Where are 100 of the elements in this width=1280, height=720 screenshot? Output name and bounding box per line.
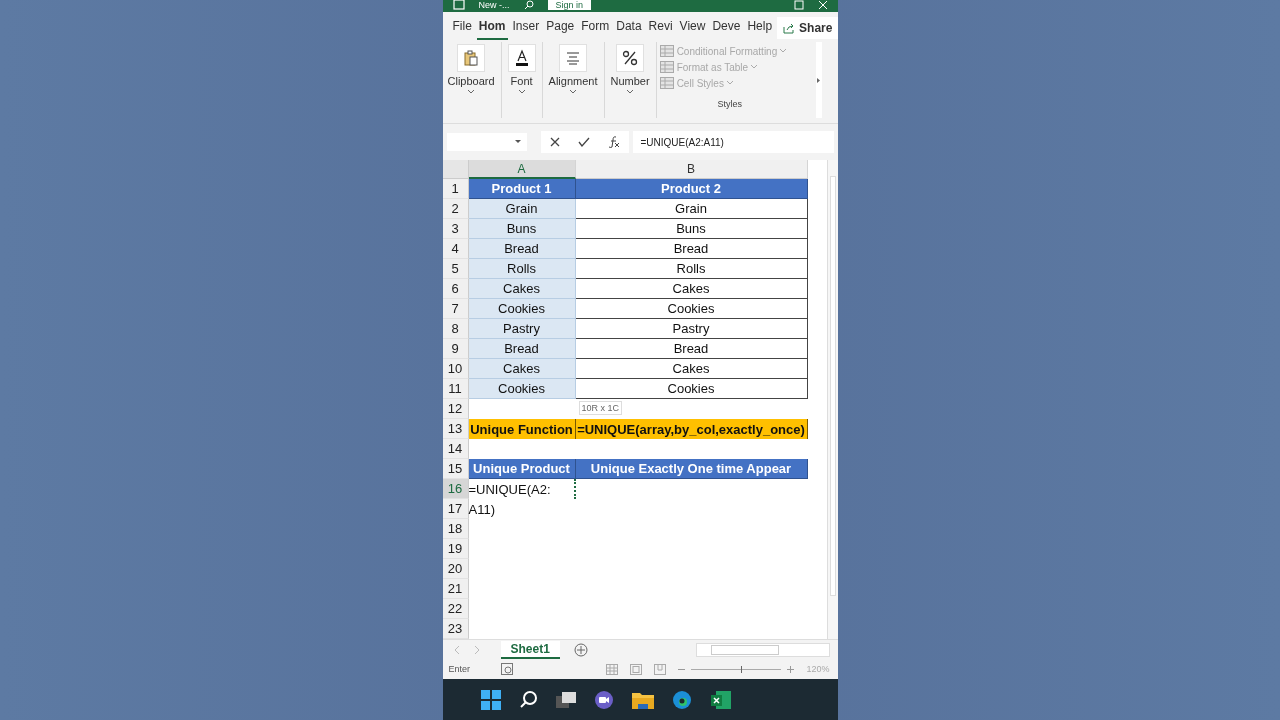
caret-icon [751, 65, 758, 69]
row-header[interactable]: 12 [442, 399, 469, 419]
ribbon-group-button[interactable]: Number [607, 42, 653, 96]
horizontal-scrollbar[interactable] [695, 642, 830, 657]
row-header[interactable]: 20 [442, 559, 469, 579]
table-cell: Grain [468, 199, 576, 219]
check-icon[interactable] [577, 137, 590, 147]
table-cell: Cakes [468, 279, 576, 299]
align-icon [565, 51, 582, 65]
caret-icon [518, 90, 525, 94]
ribbon-tab[interactable]: Page [544, 15, 577, 41]
row-header[interactable]: 13 [442, 419, 469, 439]
column-header[interactable]: B [575, 160, 808, 179]
search-icon[interactable] [518, 690, 538, 709]
row-header[interactable]: 3 [442, 219, 469, 239]
table-style-icon [659, 61, 674, 73]
add-sheet-icon[interactable] [573, 642, 588, 657]
ribbon-tab[interactable]: Revi [646, 15, 675, 41]
row-header[interactable]: 1 [442, 179, 469, 199]
caret-icon [627, 90, 634, 94]
row-header[interactable]: 15 [442, 459, 469, 479]
table-cell: Cookies [575, 379, 808, 399]
ribbon-group-button[interactable]: Alignment [545, 42, 601, 96]
windows-start-icon[interactable] [480, 689, 501, 710]
folder-icon[interactable] [631, 690, 654, 709]
sheet-tab[interactable]: Sheet1 [500, 640, 560, 659]
clipboard-icon [464, 50, 479, 66]
row-header[interactable]: 23 [442, 619, 469, 639]
ribbon-tab[interactable]: Form [579, 15, 612, 41]
share-button[interactable]: Share [777, 17, 839, 39]
table-cell: =UNIQUE(array,by_col,exactly_once) [575, 419, 808, 439]
sign-in-button[interactable]: Sign in [547, 0, 592, 10]
row-header[interactable]: 18 [442, 519, 469, 539]
share-icon [783, 22, 796, 34]
row-header[interactable]: 10 [442, 359, 469, 379]
row-header[interactable]: 14 [442, 439, 469, 459]
caret-icon [780, 49, 787, 53]
table-cell: Buns [575, 219, 808, 239]
row-header[interactable]: 22 [442, 599, 469, 619]
table-cell: Rolls [575, 259, 808, 279]
accessibility-icon[interactable] [500, 663, 513, 675]
table-cell: Bread [468, 339, 576, 359]
window-title: New -... [478, 0, 510, 10]
caret-icon [514, 140, 521, 144]
row-header[interactable]: 17 [442, 499, 469, 519]
table-cell: Cookies [468, 299, 576, 319]
header-cell: Product 1 [468, 179, 576, 199]
zoom-in-icon[interactable] [787, 665, 795, 673]
group-label: Styles [716, 99, 743, 109]
formula-field[interactable]: =UNIQUE(A2:A11) [632, 131, 834, 153]
table-cell-text: A11) [468, 500, 496, 519]
browser-icon[interactable] [671, 689, 692, 710]
vertical-scrollbar[interactable] [826, 160, 838, 639]
function-icon[interactable] [607, 136, 620, 148]
chevron-icon [817, 77, 820, 83]
ribbon-tab[interactable]: Inser [510, 15, 542, 41]
restore-icon[interactable] [793, 0, 804, 10]
table-cell: Unique Function [468, 419, 576, 439]
table-cell: Cakes [575, 279, 808, 299]
row-header[interactable]: 6 [442, 279, 469, 299]
ribbon-tab[interactable]: File [450, 15, 474, 41]
row-header[interactable]: 19 [442, 539, 469, 559]
caret-icon [468, 90, 475, 94]
row-header[interactable]: 2 [442, 199, 469, 219]
task-view-icon[interactable] [555, 691, 576, 708]
status-mode: Enter [448, 664, 471, 674]
table-cell: Cookies [575, 299, 808, 319]
table-cell: Pastry [468, 319, 576, 339]
spreadsheet-app-icon[interactable] [709, 689, 732, 710]
table-cell: Rolls [468, 259, 576, 279]
table-cell: Bread [468, 239, 576, 259]
ribbon-tab[interactable]: View [677, 15, 708, 41]
row-header[interactable]: 4 [442, 239, 469, 259]
selection-size-tooltip: 10R x 1C [578, 401, 623, 415]
cancel-icon[interactable] [549, 137, 560, 147]
ribbon-tab[interactable]: Data [614, 15, 644, 41]
row-header[interactable]: 9 [442, 339, 469, 359]
caret-icon [570, 90, 577, 94]
row-header[interactable]: 7 [442, 299, 469, 319]
row-header[interactable]: 16 [442, 479, 469, 499]
ribbon-tab[interactable]: Deve [710, 15, 743, 41]
row-header[interactable]: 8 [442, 319, 469, 339]
row-header[interactable]: 5 [442, 259, 469, 279]
table-cell: Cookies [468, 379, 576, 399]
chat-icon[interactable] [593, 689, 614, 710]
close-icon[interactable] [817, 0, 828, 10]
search-icon[interactable] [523, 0, 534, 10]
table-cell: Cakes [575, 359, 808, 379]
row-header[interactable]: 11 [442, 379, 469, 399]
select-all-corner[interactable] [442, 160, 469, 179]
ribbon-group-button[interactable]: Clipboard [444, 42, 498, 96]
column-header[interactable]: A [468, 160, 576, 179]
table-style-icon [659, 77, 674, 89]
table-cell: Buns [468, 219, 576, 239]
header-cell: Unique Exactly One time Appear [575, 459, 808, 479]
table-cell: Pastry [575, 319, 808, 339]
ribbon-tab[interactable]: Help [745, 15, 775, 41]
ribbon-group-button[interactable]: Font [504, 42, 539, 96]
row-header[interactable]: 21 [442, 579, 469, 599]
table-style-icon [659, 45, 674, 57]
